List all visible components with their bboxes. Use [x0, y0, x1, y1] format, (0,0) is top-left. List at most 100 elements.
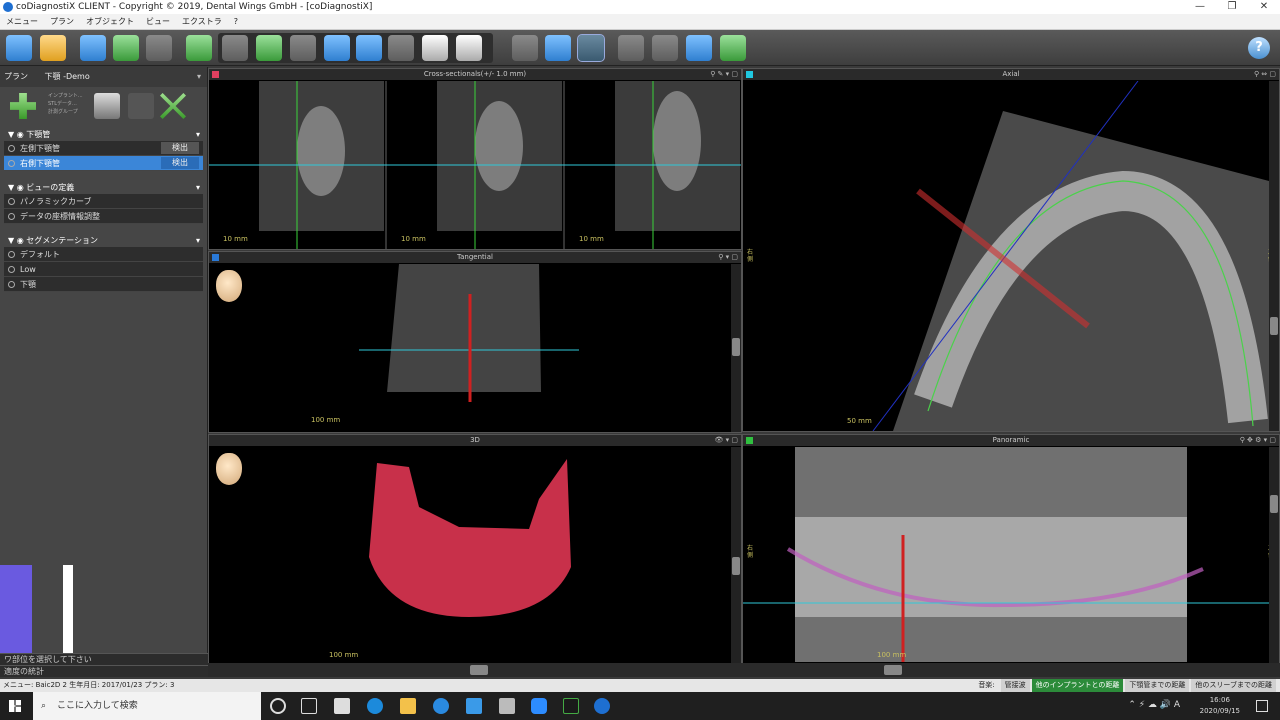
view-header: Tangential ⚲ ▾ ▢ — [209, 252, 741, 263]
clock[interactable]: 16:06 2020/09/15 — [1200, 695, 1240, 717]
list-item[interactable]: デフォルト — [4, 247, 203, 262]
back-icon[interactable] — [6, 35, 32, 61]
view-layout-icon[interactable] — [545, 35, 571, 61]
task-view-icon[interactable] — [301, 698, 317, 714]
status-toggle[interactable]: 下顎管までの距離 — [1125, 679, 1190, 692]
window-title: coDiagnostiX CLIENT - Copyright © 2019, … — [16, 2, 373, 12]
3d-mandible-model — [369, 459, 571, 617]
detect-button[interactable]: 検出 — [161, 142, 199, 154]
panoramic-image — [743, 447, 1269, 662]
panoramic-scrollbar[interactable] — [1269, 447, 1279, 663]
view-header: Axial ⚲ ⇔ ▢ — [743, 69, 1279, 80]
step8-print-icon[interactable] — [456, 35, 482, 61]
plan-sub-group: 計測グループ — [48, 109, 78, 115]
sync-icon[interactable] — [80, 35, 106, 61]
menu-help[interactable]: ? — [228, 17, 244, 26]
measure-icon[interactable] — [618, 35, 644, 61]
scale-label: 10 mm — [401, 235, 426, 243]
codiagnostix-icon[interactable] — [594, 698, 610, 714]
plan-tools: インプラント... STLデータ... 計測グループ — [0, 87, 207, 125]
terminal-icon[interactable] — [563, 698, 579, 714]
3d-scrollbar[interactable] — [731, 447, 741, 663]
cross-sectional-images — [209, 81, 741, 249]
search-icon: ⌕ — [41, 701, 47, 711]
step1-implant-icon[interactable] — [222, 35, 248, 61]
maximize-button[interactable]: ❐ — [1216, 0, 1248, 14]
panoramic-view[interactable]: Panoramic⚲ ✥ ⚙ ▾ ▢ 右側 左側 100 mm — [742, 434, 1280, 664]
axial-scrollbar[interactable] — [1269, 81, 1279, 431]
disabled-tool-icon[interactable] — [146, 35, 172, 61]
cube-icon[interactable] — [186, 35, 212, 61]
menu-main[interactable]: メニュー — [0, 16, 44, 27]
plan-sub-implant: インプラント... — [48, 93, 83, 99]
plan-dropdown-icon[interactable]: ▾ — [197, 67, 201, 87]
store-icon[interactable] — [334, 698, 350, 714]
list-item[interactable]: パノラミックカーブ — [4, 194, 203, 209]
file-explorer-icon[interactable] — [400, 698, 416, 714]
step6-sleeve-icon[interactable] — [388, 35, 414, 61]
hint-bar[interactable]: ワ部位を選択して下さい — [0, 653, 208, 665]
arch-view-icon[interactable] — [577, 34, 605, 62]
section-view-definition: ▼ ◉ ビューの定義 ▾ パノラミックカーブ データの座標情報調整 — [4, 181, 203, 224]
open-folder-icon[interactable] — [40, 35, 66, 61]
list-item[interactable]: データの座標情報調整 — [4, 209, 203, 224]
list-item[interactable]: 下顎 — [4, 277, 203, 292]
zoom-icon[interactable] — [531, 698, 547, 714]
ie-icon[interactable] — [433, 698, 449, 714]
section-header[interactable]: ▼ ◉ ビューの定義 ▾ — [4, 181, 203, 194]
tangential-view[interactable]: Tangential ⚲ ▾ ▢ 100 mm — [208, 251, 742, 433]
edit-icon[interactable] — [128, 93, 154, 119]
step4-segment-icon[interactable] — [324, 35, 350, 61]
list-item[interactable]: Low — [4, 262, 203, 277]
close-button[interactable]: ✕ — [1248, 0, 1280, 14]
undo-icon[interactable] — [720, 35, 746, 61]
section-header[interactable]: ▼ ◉ 下顎管 ▾ — [4, 128, 203, 141]
cross-sectional-view[interactable]: Cross-sectionals(+/- 1.0 mm) ⚲ ✎ ▾ ▢ 10 m… — [208, 68, 742, 250]
implant-tool-group — [218, 33, 493, 63]
app-icon — [3, 2, 13, 12]
system-tray[interactable]: ⌃ ⚡ ☁ 🔊 A — [1128, 700, 1180, 710]
app-icon[interactable] — [499, 698, 515, 714]
start-icon[interactable] — [9, 700, 21, 712]
view-header: Cross-sectionals(+/- 1.0 mm) ⚲ ✎ ▾ ▢ — [209, 69, 741, 80]
remove-icon[interactable] — [160, 93, 186, 119]
edge-icon[interactable] — [367, 698, 383, 714]
mail-icon[interactable] — [466, 698, 482, 714]
3d-hscroll-thumb[interactable] — [470, 665, 488, 675]
menu-plan[interactable]: プラン — [44, 16, 80, 27]
step5-implant-icon[interactable] — [356, 35, 382, 61]
add-implant-icon[interactable] — [512, 35, 538, 61]
menu-object[interactable]: オブジェクト — [80, 16, 140, 27]
add-object-icon[interactable] — [10, 93, 36, 119]
menu-bar: メニュー プラン オブジェクト ビュー エクストラ ? — [0, 14, 1280, 30]
step2-curve-icon[interactable] — [256, 35, 282, 61]
help-icon[interactable]: ? — [1248, 37, 1270, 59]
status-toggle[interactable]: 他のインプラントとの距離 — [1031, 679, 1124, 692]
panoramic-hscroll-thumb[interactable] — [884, 665, 902, 675]
menu-view[interactable]: ビュー — [140, 16, 176, 27]
status-toggle[interactable]: 他のスリーブまでの距離 — [1191, 679, 1276, 692]
globe-icon[interactable] — [113, 35, 139, 61]
minimize-button[interactable]: — — [1184, 0, 1216, 14]
3d-view[interactable]: 3D 👁 ▾ ▢ 100 mm — [208, 434, 742, 664]
step3-canal-icon[interactable] — [290, 35, 316, 61]
box-icon[interactable] — [686, 35, 712, 61]
delete-measure-icon[interactable] — [652, 35, 678, 61]
axial-view[interactable]: Axial⚲ ⇔ ▢ 右側 左側 50 mm — [742, 68, 1280, 432]
section-segmentation: ▼ ◉ セグメンテーション ▾ デフォルト Low 下顎 — [4, 234, 203, 292]
list-item[interactable]: ✎左側下顎管検出 — [4, 141, 203, 156]
left-panel: プラン 下顎 -Demo ▾ インプラント... STLデータ... 計測グルー… — [0, 67, 208, 677]
menu-extra[interactable]: エクストラ — [176, 16, 228, 27]
status-label: 音楽: — [978, 681, 995, 689]
list-item[interactable]: 右側下顎管 検出 — [4, 156, 203, 171]
status-toggle[interactable]: 管接波 — [1000, 679, 1030, 692]
trash-icon[interactable] — [94, 93, 120, 119]
taskbar-search[interactable]: ⌕ ここに入力して検索 — [33, 692, 261, 720]
detect-button[interactable]: 検出 — [161, 157, 199, 169]
step7-guide-icon[interactable] — [422, 35, 448, 61]
statistics-bar[interactable]: 適度の統計 — [0, 665, 208, 677]
cortana-icon[interactable] — [270, 698, 286, 714]
section-header[interactable]: ▼ ◉ セグメンテーション ▾ — [4, 234, 203, 247]
notification-icon[interactable] — [1256, 700, 1268, 712]
tangential-scrollbar[interactable] — [731, 264, 741, 432]
